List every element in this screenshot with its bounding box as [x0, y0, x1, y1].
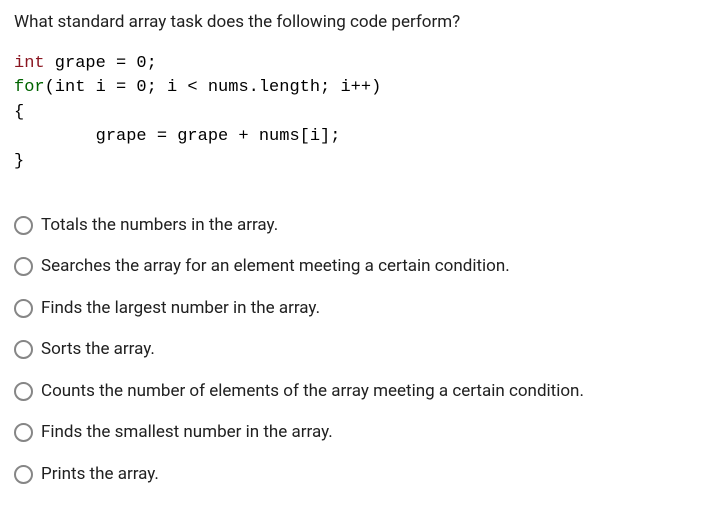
option-row-0[interactable]: Totals the numbers in the array. [14, 213, 688, 239]
keyword-for: for [14, 78, 45, 97]
code-line-3: { [14, 103, 24, 122]
code-line-4: grape = grape + nums[i]; [14, 127, 340, 146]
option-row-2[interactable]: Finds the largest number in the array. [14, 296, 688, 322]
option-label: Prints the array. [41, 462, 159, 488]
option-row-1[interactable]: Searches the array for an element meetin… [14, 254, 688, 280]
code-line-2: (int i = 0; i < nums.length; i++) [45, 78, 382, 97]
radio-button[interactable] [14, 340, 33, 359]
option-label: Finds the largest number in the array. [41, 296, 320, 322]
keyword-int: int [14, 54, 45, 73]
option-label: Searches the array for an element meetin… [41, 254, 510, 280]
question-text: What standard array task does the follow… [14, 10, 688, 36]
radio-button[interactable] [14, 465, 33, 484]
option-row-6[interactable]: Prints the array. [14, 462, 688, 488]
radio-button[interactable] [14, 382, 33, 401]
option-label: Counts the number of elements of the arr… [41, 379, 584, 405]
code-line-5: } [14, 152, 24, 171]
radio-button[interactable] [14, 299, 33, 318]
option-row-5[interactable]: Finds the smallest number in the array. [14, 420, 688, 446]
code-line-1: grape = 0; [45, 54, 157, 73]
radio-button[interactable] [14, 257, 33, 276]
option-row-4[interactable]: Counts the number of elements of the arr… [14, 379, 688, 405]
option-row-3[interactable]: Sorts the array. [14, 337, 688, 363]
radio-button[interactable] [14, 216, 33, 235]
radio-button[interactable] [14, 423, 33, 442]
code-block: int grape = 0; for(int i = 0; i < nums.l… [14, 52, 688, 175]
option-label: Sorts the array. [41, 337, 155, 363]
options-group: Totals the numbers in the array. Searche… [14, 213, 688, 488]
option-label: Finds the smallest number in the array. [41, 420, 333, 446]
option-label: Totals the numbers in the array. [41, 213, 278, 239]
